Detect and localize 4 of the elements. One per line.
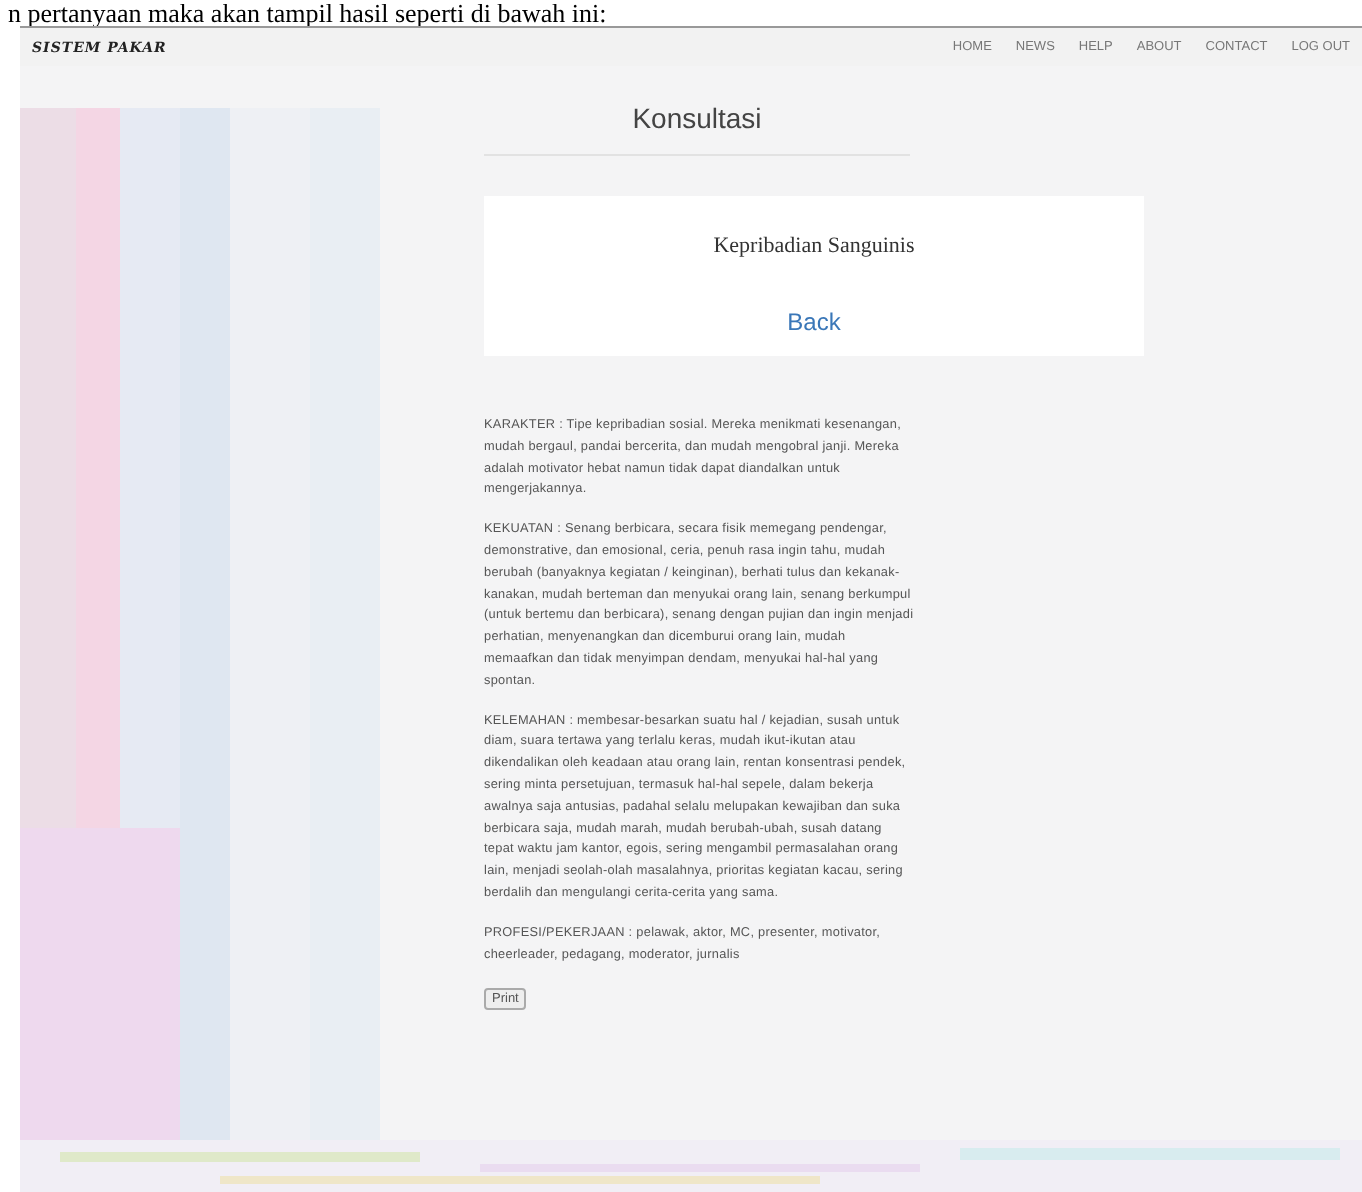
document-caption: n pertanyaan maka akan tampil hasil seperti di bawah ini:	[6, 0, 609, 26]
result-title: Kepribadian Sanguinis	[713, 234, 915, 258]
back-link[interactable]: Back	[787, 308, 841, 336]
page-title: Konsultasi	[484, 102, 910, 156]
